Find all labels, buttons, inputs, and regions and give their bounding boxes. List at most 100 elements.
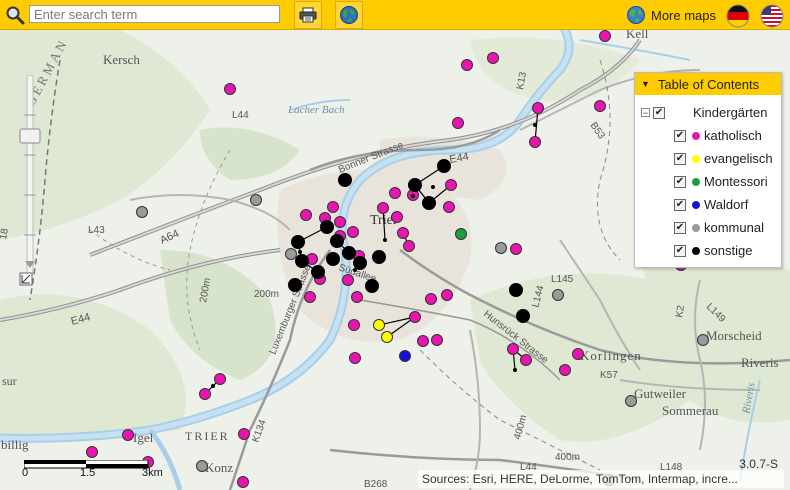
kindergarten-marker-sonstige[interactable]: [330, 234, 344, 248]
toc-layer-kommunal[interactable]: ✔ kommunal: [674, 220, 764, 235]
globe-icon: [627, 6, 645, 24]
layer-checkbox[interactable]: ✔: [674, 198, 686, 211]
kindergarten-marker-kommunal[interactable]: [285, 248, 297, 260]
group-checkbox[interactable]: ✔: [653, 106, 665, 119]
kindergarten-marker-sonstige[interactable]: [365, 279, 379, 293]
legend-dot-kommunal: [692, 223, 700, 232]
kindergarten-marker-katholisch[interactable]: [461, 59, 473, 71]
kindergarten-marker-katholisch[interactable]: [199, 388, 211, 400]
kindergarten-marker-katholisch[interactable]: [520, 354, 532, 366]
search-icon[interactable]: [5, 5, 25, 25]
kindergarten-marker-katholisch[interactable]: [409, 311, 421, 323]
kindergarten-marker-katholisch[interactable]: [487, 52, 499, 64]
kindergarten-marker-sonstige[interactable]: [311, 265, 325, 279]
kindergarten-marker-evangelisch[interactable]: [381, 331, 393, 343]
kindergarten-marker-katholisch[interactable]: [403, 240, 415, 252]
toc-layer-sonstige[interactable]: ✔ sonstige: [674, 243, 752, 258]
print-button[interactable]: [294, 1, 322, 29]
kindergarten-marker-kommunal[interactable]: [136, 206, 148, 218]
search-input[interactable]: [29, 5, 280, 23]
kindergarten-marker-kommunal[interactable]: [495, 242, 507, 254]
more-maps-button[interactable]: More maps: [626, 5, 716, 25]
kindergarten-marker-katholisch[interactable]: [238, 428, 250, 440]
kindergarten-marker-katholisch[interactable]: [351, 291, 363, 303]
kindergarten-marker-katholisch[interactable]: [441, 289, 453, 301]
kindergarten-marker-katholisch[interactable]: [397, 227, 409, 239]
toc-layer-katholisch[interactable]: ✔ katholisch: [674, 128, 762, 143]
kindergarten-marker-katholisch[interactable]: [349, 352, 361, 364]
kindergarten-marker-sonstige[interactable]: [342, 246, 356, 260]
kindergarten-marker-katholisch[interactable]: [237, 476, 249, 488]
zoom-handle[interactable]: [19, 128, 41, 144]
leader-line-node: [513, 368, 517, 372]
kindergarten-marker-evangelisch[interactable]: [373, 319, 385, 331]
kindergarten-marker-kommunal[interactable]: [697, 334, 709, 346]
kindergarten-marker-katholisch[interactable]: [304, 291, 316, 303]
toc-layer-montessori[interactable]: ✔ Montessori: [674, 174, 768, 189]
kindergarten-marker-sonstige[interactable]: [320, 220, 334, 234]
kindergarten-marker-sonstige[interactable]: [437, 159, 451, 173]
layer-checkbox[interactable]: ✔: [674, 152, 686, 165]
kindergarten-marker-katholisch[interactable]: [327, 201, 339, 213]
kindergarten-marker-katholisch[interactable]: [572, 348, 584, 360]
kindergarten-marker-waldorf[interactable]: [399, 350, 411, 362]
kindergarten-marker-katholisch[interactable]: [443, 201, 455, 213]
kindergarten-marker-katholisch[interactable]: [417, 335, 429, 347]
layer-checkbox[interactable]: ✔: [674, 221, 686, 234]
kindergarten-marker-katholisch[interactable]: [334, 216, 346, 228]
kindergarten-marker-katholisch[interactable]: [214, 373, 226, 385]
kindergarten-marker-katholisch[interactable]: [300, 209, 312, 221]
kindergarten-marker-katholisch[interactable]: [425, 293, 437, 305]
kindergarten-marker-montessori[interactable]: [455, 228, 467, 240]
kindergarten-marker-kommunal[interactable]: [625, 395, 637, 407]
kindergarten-marker-katholisch[interactable]: [510, 243, 522, 255]
kindergarten-marker-sonstige[interactable]: [288, 278, 302, 292]
kindergarten-marker-sonstige[interactable]: [353, 256, 367, 270]
kindergarten-marker-katholisch[interactable]: [224, 83, 236, 95]
zoom-slider[interactable]: [19, 75, 41, 305]
kindergarten-marker-katholisch[interactable]: [347, 226, 359, 238]
kindergarten-marker-katholisch[interactable]: [431, 334, 443, 346]
kindergarten-marker-sonstige[interactable]: [372, 250, 386, 264]
kindergarten-marker-kommunal[interactable]: [250, 194, 262, 206]
layer-checkbox[interactable]: ✔: [674, 175, 686, 188]
kindergarten-marker-katholisch[interactable]: [452, 117, 464, 129]
kindergarten-marker-sonstige[interactable]: [338, 173, 352, 187]
globe-button[interactable]: [335, 1, 363, 29]
kindergarten-marker-katholisch[interactable]: [594, 100, 606, 112]
toc-layer-waldorf[interactable]: ✔ Waldorf: [674, 197, 748, 212]
collapse-arrow-icon[interactable]: ▼: [641, 79, 650, 89]
kindergarten-marker-katholisch[interactable]: [559, 364, 571, 376]
tree-collapse-icon[interactable]: −: [641, 108, 650, 118]
kindergarten-marker-sonstige[interactable]: [516, 309, 530, 323]
toc-header[interactable]: ▼ Table of Contents: [635, 73, 781, 95]
kindergarten-marker-katholisch[interactable]: [389, 187, 401, 199]
kindergarten-marker-katholisch[interactable]: [86, 446, 98, 458]
kindergarten-marker-katholisch[interactable]: [348, 319, 360, 331]
kindergarten-marker-katholisch[interactable]: [599, 30, 611, 42]
toc-layer-evangelisch[interactable]: ✔ evangelisch: [674, 151, 773, 166]
kindergarten-marker-kommunal[interactable]: [196, 460, 208, 472]
kindergarten-marker-katholisch[interactable]: [507, 343, 519, 355]
kindergarten-marker-katholisch[interactable]: [532, 102, 544, 114]
kindergarten-marker-sonstige[interactable]: [408, 178, 422, 192]
map-view[interactable]: Kersch Trier TRIER Korlingen Morscheid R…: [0, 30, 790, 490]
kindergarten-marker-katholisch[interactable]: [445, 179, 457, 191]
kindergarten-marker-sonstige[interactable]: [291, 235, 305, 249]
layer-checkbox[interactable]: ✔: [674, 244, 686, 257]
flag-de-icon[interactable]: [726, 4, 750, 28]
legend-dot-evangelisch: [692, 154, 700, 163]
flag-us-icon[interactable]: [760, 4, 784, 28]
kindergarten-marker-katholisch[interactable]: [391, 211, 403, 223]
kindergarten-marker-katholisch[interactable]: [377, 202, 389, 214]
kindergarten-marker-sonstige[interactable]: [422, 196, 436, 210]
kindergarten-marker-katholisch[interactable]: [342, 274, 354, 286]
kindergarten-marker-katholisch[interactable]: [122, 429, 134, 441]
layer-checkbox[interactable]: ✔: [674, 129, 686, 142]
kindergarten-marker-kommunal[interactable]: [552, 289, 564, 301]
kindergarten-marker-sonstige[interactable]: [509, 283, 523, 297]
kindergarten-marker-sonstige[interactable]: [295, 254, 309, 268]
kindergarten-marker-katholisch[interactable]: [529, 136, 541, 148]
kindergarten-marker-sonstige[interactable]: [326, 252, 340, 266]
label-l145: L145: [551, 274, 574, 285]
